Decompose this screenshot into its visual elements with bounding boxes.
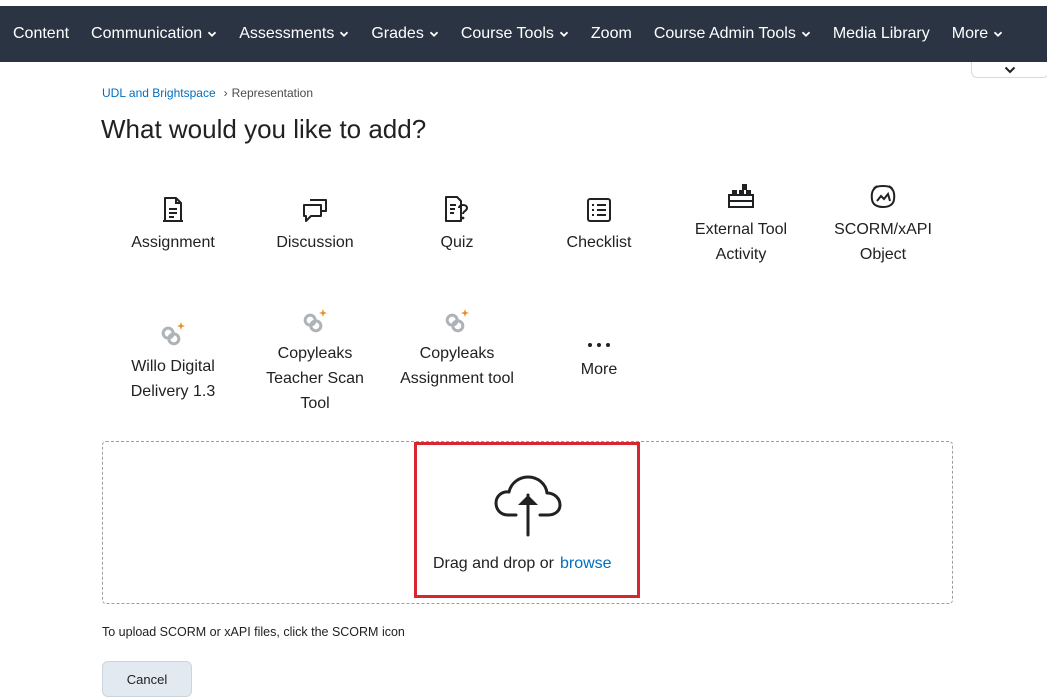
tile-external-tool-activity[interactable]: External Tool Activity bbox=[676, 179, 806, 267]
breadcrumb-current: Representation bbox=[231, 86, 314, 100]
dropzone-instructions: Drag and drop or browse bbox=[433, 555, 612, 573]
scorm-upload-hint: To upload SCORM or xAPI files, click the… bbox=[102, 625, 405, 639]
nav-item-course-tools[interactable]: Course Tools bbox=[450, 6, 580, 62]
tile-label: Checklist bbox=[566, 234, 632, 251]
chevron-down-icon bbox=[559, 31, 569, 37]
nav-item-label: Assessments bbox=[239, 25, 335, 42]
nav-item-label: Course Tools bbox=[460, 25, 554, 42]
nav-item-label: Course Admin Tools bbox=[653, 25, 796, 42]
nav-item-grades[interactable]: Grades bbox=[360, 6, 449, 62]
cancel-button[interactable]: Cancel bbox=[102, 661, 192, 697]
tile-label: Assignment bbox=[131, 234, 215, 251]
nav-item-label: Content bbox=[13, 25, 70, 42]
tile-assignment[interactable]: Assignment bbox=[108, 192, 238, 255]
nav-item-label: Grades bbox=[371, 25, 424, 42]
lti-link-icon bbox=[443, 303, 471, 335]
tile-label: Copyleaks Teacher Scan Tool bbox=[266, 345, 364, 412]
chevron-down-icon bbox=[429, 31, 438, 37]
upload-cloud-icon bbox=[494, 475, 562, 537]
dropzone-text: Drag and drop or bbox=[433, 555, 554, 572]
chevron-down-icon bbox=[1004, 66, 1016, 73]
assignment-icon bbox=[160, 192, 186, 224]
tile-willo-digital-delivery[interactable]: Willo Digital Delivery 1.3 bbox=[108, 316, 238, 404]
nav-item-media-library[interactable]: Media Library bbox=[822, 6, 941, 62]
nav-item-assessments[interactable]: Assessments bbox=[228, 6, 360, 62]
tile-discussion[interactable]: Discussion bbox=[250, 192, 380, 255]
chevron-down-icon bbox=[208, 31, 217, 37]
nav-item-label: Zoom bbox=[590, 25, 632, 42]
page-title: What would you like to add? bbox=[101, 114, 427, 144]
nav-item-label: More bbox=[951, 25, 989, 42]
tile-scorm-xapi-object[interactable]: SCORM/xAPI Object bbox=[818, 179, 948, 267]
nav-item-content[interactable]: Content bbox=[0, 6, 80, 62]
tile-label: Copyleaks Assignment tool bbox=[400, 345, 514, 387]
lti-link-icon bbox=[159, 316, 187, 348]
tile-copyleaks-teacher-scan[interactable]: Copyleaks Teacher Scan Tool bbox=[250, 303, 380, 416]
tile-label: More bbox=[580, 361, 618, 378]
breadcrumb: UDL and Brightspace › Representation bbox=[102, 86, 313, 100]
nav-item-label: Communication bbox=[91, 25, 203, 42]
tile-label: SCORM/xAPI Object bbox=[834, 221, 932, 263]
quiz-icon bbox=[442, 192, 472, 224]
tile-more[interactable]: More bbox=[534, 327, 664, 382]
tile-label: External Tool Activity bbox=[694, 221, 788, 263]
nav-item-more[interactable]: More bbox=[941, 6, 1014, 62]
tile-checklist[interactable]: Checklist bbox=[534, 192, 664, 255]
course-navbar: Content Communication Assessments Grades… bbox=[0, 6, 1047, 62]
browse-link[interactable]: browse bbox=[560, 555, 612, 572]
chevron-down-icon bbox=[801, 31, 810, 37]
tile-label: Quiz bbox=[440, 234, 474, 251]
checklist-icon bbox=[585, 192, 613, 224]
chevron-down-icon bbox=[994, 31, 1003, 37]
nav-item-communication[interactable]: Communication bbox=[80, 6, 228, 62]
chevron-down-icon bbox=[340, 31, 349, 37]
lti-link-icon bbox=[301, 303, 329, 335]
nav-item-zoom[interactable]: Zoom bbox=[580, 6, 643, 62]
scorm-icon bbox=[868, 179, 898, 211]
breadcrumb-link-parent[interactable]: UDL and Brightspace bbox=[102, 86, 216, 100]
tile-copyleaks-assignment[interactable]: Copyleaks Assignment tool bbox=[392, 303, 522, 391]
discussion-icon bbox=[300, 192, 330, 224]
tile-quiz[interactable]: Quiz bbox=[392, 192, 522, 255]
nav-item-label: Media Library bbox=[832, 25, 930, 42]
external-tool-icon bbox=[726, 179, 756, 211]
tile-label: Willo Digital Delivery 1.3 bbox=[130, 358, 216, 400]
nav-item-course-admin-tools[interactable]: Course Admin Tools bbox=[643, 6, 822, 62]
breadcrumb-separator-icon: › bbox=[223, 86, 228, 100]
tile-label: Discussion bbox=[276, 234, 354, 251]
ellipsis-icon bbox=[584, 327, 614, 351]
nav-overflow-toggle[interactable] bbox=[971, 62, 1047, 78]
